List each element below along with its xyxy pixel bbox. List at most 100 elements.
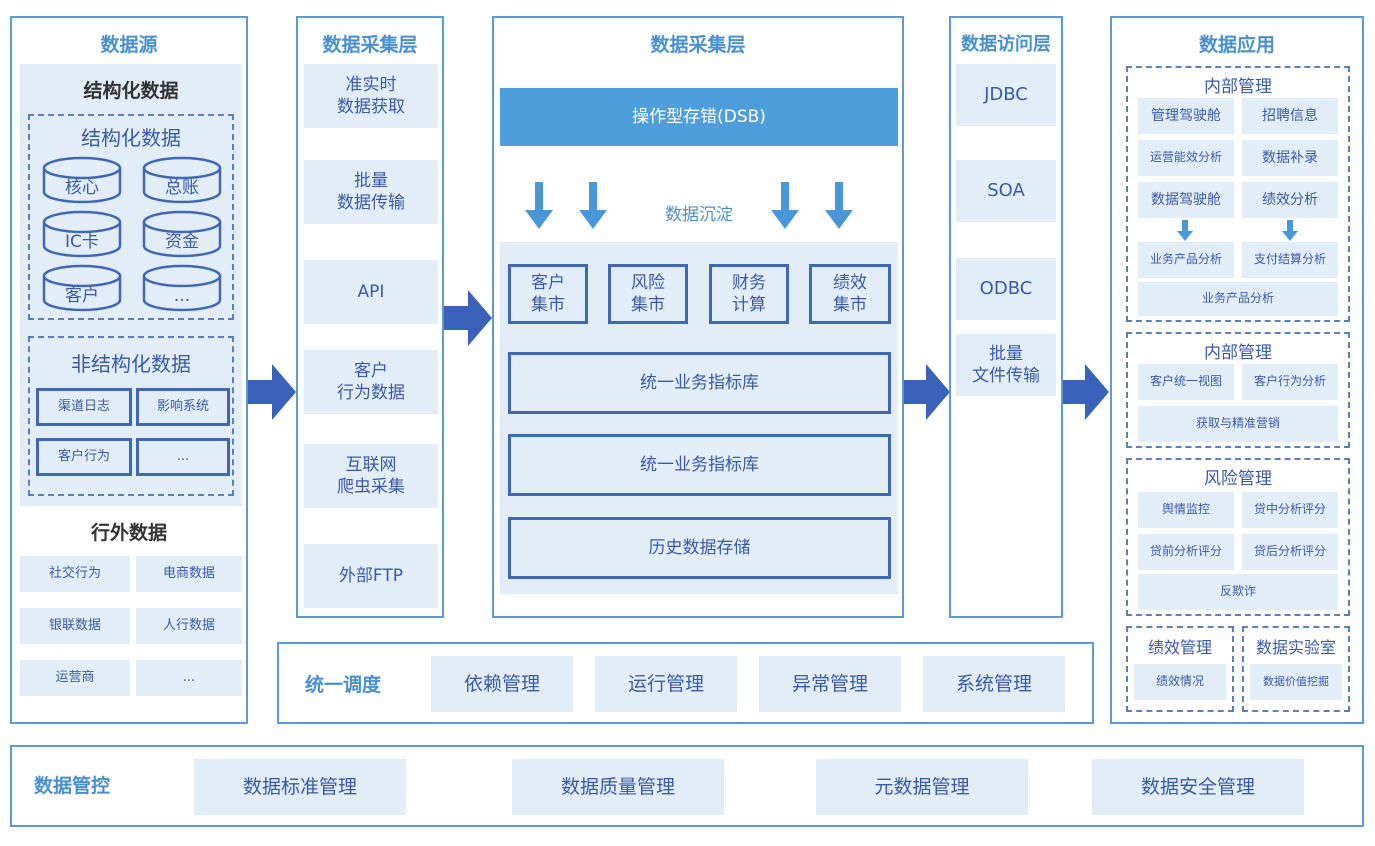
- database-label: IC卡: [65, 232, 99, 252]
- app-item-wide: 业务产品分析: [1138, 282, 1338, 316]
- external-item: 电商数据: [136, 556, 242, 592]
- storage-layer-box: 统一业务指标库: [508, 352, 891, 414]
- collection-layer-panel: 数据采集层 准实时 数据获取 批量 数据传输 API 客户 行为数据 互联网 爬虫采集 …: [296, 16, 444, 618]
- collection-item: 批量 数据传输: [304, 160, 438, 224]
- app-item: 管理驾驶舱: [1138, 98, 1234, 134]
- internal-management-group-2: 内部管理 客户统一视图 客户行为分析 获取与精准营销: [1126, 332, 1350, 448]
- app-item: 支付结算分析: [1242, 242, 1338, 278]
- governance-panel: 数据管控 数据标准管理 数据质量管理 元数据管理 数据安全管理: [10, 745, 1364, 827]
- database-cylinder: 总账: [142, 156, 222, 204]
- sediment-label: 数据沉淀: [665, 205, 733, 225]
- group-title: 数据实验室: [1255, 638, 1336, 657]
- external-item: 社交行为: [20, 556, 130, 592]
- scheduling-item: 依赖管理: [431, 656, 573, 712]
- app-item: 贷中分析评分: [1242, 492, 1338, 528]
- down-arrow-icon: [1177, 220, 1193, 241]
- structured-section: 结构化数据 结构化数据 核心 总账 IC卡 资金 客户 ... 非结构化数据 渠…: [20, 64, 242, 506]
- governance-item: 数据标准管理: [194, 759, 406, 815]
- structured-group: 结构化数据 核心 总账 IC卡 资金 客户 ...: [28, 114, 234, 320]
- app-item: 数据驾驶舱: [1138, 182, 1234, 218]
- group-title: 内部管理: [1204, 77, 1272, 97]
- group-title: 风险管理: [1204, 469, 1272, 489]
- data-mart-box: 风险 集市: [608, 264, 688, 324]
- database-cylinder: 客户: [42, 264, 122, 312]
- internal-management-group: 内部管理 管理驾驶舱 招聘信息 运营能效分析 数据补录 数据驾驶舱 绩效分析 业…: [1126, 66, 1350, 322]
- unstructured-item: ...: [136, 438, 230, 476]
- collection-item: API: [304, 260, 438, 324]
- dsb-bar: 操作型存错(DSB): [500, 88, 898, 146]
- flow-arrow-icon: [248, 364, 296, 420]
- app-item-wide: 反欺诈: [1138, 574, 1338, 610]
- external-item: 人行数据: [136, 608, 242, 644]
- data-mart-box: 绩效 集市: [809, 264, 891, 324]
- access-item: JDBC: [956, 64, 1056, 126]
- down-arrow-icon: [825, 182, 853, 229]
- group-title: 绩效管理: [1147, 638, 1212, 657]
- data-mart-box: 客户 集市: [508, 264, 588, 324]
- performance-management-group: 绩效管理 绩效情况: [1126, 626, 1234, 712]
- access-item: 批量 文件传输: [956, 334, 1056, 396]
- scheduling-item: 系统管理: [923, 656, 1065, 712]
- database-label: 资金: [165, 232, 199, 252]
- app-item: 绩效情况: [1134, 664, 1226, 700]
- data-source-title: 数据源: [100, 34, 158, 56]
- app-item: 数据补录: [1242, 140, 1338, 176]
- external-item: 银联数据: [20, 608, 130, 644]
- collection-item: 互联网 爬虫采集: [304, 444, 438, 508]
- flow-arrow-icon: [444, 290, 492, 346]
- database-label: 总账: [165, 178, 199, 198]
- app-item: 数据价值挖掘: [1250, 664, 1342, 700]
- app-item: 舆情监控: [1138, 492, 1234, 528]
- collection-item: 准实时 数据获取: [304, 64, 438, 128]
- data-source-panel: 数据源 结构化数据 结构化数据 核心 总账 IC卡 资金 客户 ... 非结构化…: [10, 16, 248, 724]
- storage-layer-box: 统一业务指标库: [508, 434, 891, 496]
- storage-layer-title: 数据采集层: [650, 34, 746, 56]
- collection-layer-title: 数据采集层: [322, 34, 418, 56]
- down-arrow-icon: [771, 182, 799, 229]
- unstructured-group: 非结构化数据 渠道日志 影响系统 客户行为 ...: [28, 336, 234, 496]
- access-item: SOA: [956, 160, 1056, 222]
- app-item: 业务产品分析: [1138, 242, 1234, 278]
- structured-heading: 结构化数据: [83, 80, 179, 102]
- app-item: 招聘信息: [1242, 98, 1338, 134]
- database-label: 客户: [65, 286, 99, 306]
- collection-item: 客户 行为数据: [304, 350, 438, 414]
- access-layer-panel: 数据访问层 JDBC SOA ODBC 批量 文件传输: [949, 16, 1063, 618]
- down-arrow-icon: [525, 182, 553, 229]
- down-arrow-icon: [1282, 220, 1298, 241]
- scheduling-title: 统一调度: [305, 674, 382, 696]
- external-item: 运营商: [20, 660, 130, 696]
- app-item: 贷后分析评分: [1242, 534, 1338, 570]
- app-item-wide: 获取与精准营销: [1138, 406, 1338, 442]
- database-label: ...: [173, 286, 191, 306]
- data-mart-box: 财务 计算: [709, 264, 789, 324]
- app-item: 运营能效分析: [1138, 140, 1234, 176]
- group-title: 内部管理: [1204, 343, 1272, 363]
- unstructured-item: 影响系统: [136, 388, 230, 426]
- app-item: 绩效分析: [1242, 182, 1338, 218]
- scheduling-item: 异常管理: [759, 656, 901, 712]
- database-cylinder: 资金: [142, 210, 222, 258]
- external-item: ...: [136, 660, 242, 696]
- governance-item: 元数据管理: [816, 759, 1028, 815]
- governance-item: 数据安全管理: [1092, 759, 1304, 815]
- external-data-title: 行外数据: [90, 522, 167, 544]
- application-title: 数据应用: [1198, 34, 1275, 56]
- storage-layer-panel: 数据采集层 操作型存错(DSB) 数据沉淀 客户 集市 风险 集市 财务 计算 绩效集…: [492, 16, 904, 618]
- app-item: 客户行为分析: [1242, 364, 1338, 400]
- unstructured-title: 非结构化数据: [71, 352, 191, 376]
- unstructured-item: 渠道日志: [36, 388, 132, 426]
- database-cylinder: ...: [142, 264, 222, 312]
- flow-arrow-icon: [904, 364, 950, 420]
- down-arrow-icon: [579, 182, 607, 229]
- collection-item: 外部FTP: [304, 544, 438, 608]
- database-cylinder: IC卡: [42, 210, 122, 258]
- database-cylinder: 核心: [42, 156, 122, 204]
- app-item: 贷前分析评分: [1138, 534, 1234, 570]
- data-mart-area: 客户 集市 风险 集市 财务 计算 绩效 集市 统一业务指标库 统一业务指标库 历史数据…: [500, 242, 898, 594]
- flow-arrow-icon: [1063, 364, 1109, 420]
- app-item: 客户统一视图: [1138, 364, 1234, 400]
- access-item: ODBC: [956, 258, 1056, 320]
- risk-management-group: 风险管理 舆情监控 贷中分析评分 贷前分析评分 贷后分析评分 反欺诈: [1126, 458, 1350, 616]
- data-lab-group: 数据实验室 数据价值挖掘: [1242, 626, 1350, 712]
